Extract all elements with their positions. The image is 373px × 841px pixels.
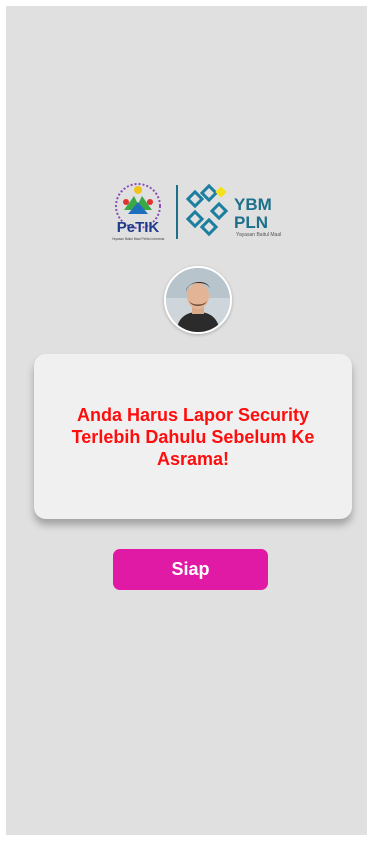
user-avatar [164, 266, 232, 334]
logos-header: PeTIK Yayasan Baitul Maal Pelita Indones… [106, 178, 284, 246]
petik-logo: PeTIK Yayasan Baitul Maal Pelita Indones… [106, 180, 170, 244]
logo-divider [176, 185, 178, 239]
ybm-subtitle: Yayasan Baitul Maal [236, 232, 281, 238]
app-screen: PeTIK Yayasan Baitul Maal Pelita Indones… [6, 6, 367, 835]
confirm-button[interactable]: Siap [113, 549, 268, 590]
alert-message: Anda Harus Lapor Security Terlebih Dahul… [71, 404, 315, 469]
petik-wordmark: PeTIK [117, 219, 160, 236]
petik-subtitle: Yayasan Baitul Maal Pelita Indonesia [112, 237, 165, 241]
ybm-pln-logo: YBM PLN Yayasan Baitul Maal [184, 180, 284, 244]
pln-wordmark: PLN [234, 213, 268, 232]
alert-dialog: Anda Harus Lapor Security Terlebih Dahul… [34, 354, 352, 519]
ybm-wordmark: YBM [234, 195, 272, 214]
